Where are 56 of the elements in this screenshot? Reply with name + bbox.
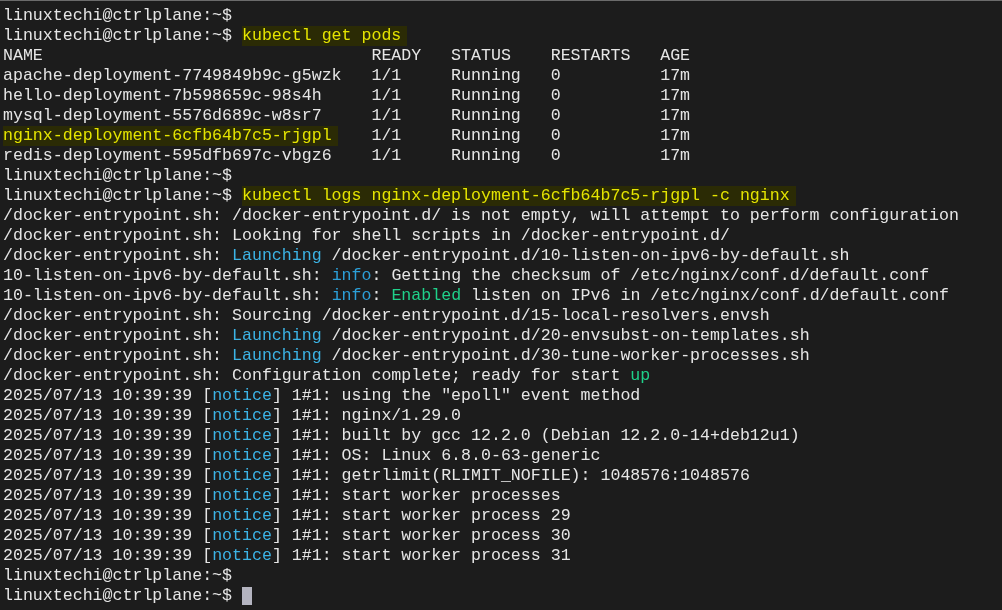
log-line: /docker-entrypoint.sh: Looking for shell scripts in /docker-entrypoint.d/ — [3, 226, 730, 246]
column-header: STATUS — [451, 46, 511, 66]
table-cell: 0 — [550, 86, 561, 106]
log-line: 2025/07/13 10:39:39 [notice] 1#1: getrlimit(RLIMIT_NOFILE): 1048576:1048576 — [3, 466, 750, 486]
table-cell: nginx-deployment-6cfb64b7c5-rjgpl — [3, 126, 338, 146]
table-cell: Running — [451, 126, 521, 146]
table-cell: 1/1 — [371, 66, 402, 86]
log-line: /docker-entrypoint.sh: Launching /docker-entrypoint.d/30-tune-worker-processes.sh — [3, 346, 810, 366]
shell-prompt: linuxtechi@ctrlplane:~$ — [3, 6, 233, 26]
table-cell: 1/1 — [371, 106, 402, 126]
table-cell: 17m — [660, 66, 691, 86]
table-cell: Running — [451, 146, 521, 166]
log-line: 2025/07/13 10:39:39 [notice] 1#1: start worker process 30 — [3, 526, 571, 546]
table-cell: 1/1 — [371, 86, 402, 106]
table-cell: Running — [451, 86, 521, 106]
log-line: /docker-entrypoint.sh: Sourcing /docker-entrypoint.d/15-local-resolvers.envsh — [3, 306, 770, 326]
table-cell: 1/1 — [371, 126, 402, 146]
table-cell: 0 — [550, 66, 561, 86]
command-text: kubectl logs nginx-deployment-6cfb64b7c5-rjgpl -c nginx — [242, 186, 796, 206]
table-cell: 0 — [550, 126, 561, 146]
table-cell: apache-deployment-7749849b9c-g5wzk — [3, 66, 342, 86]
log-line: 2025/07/13 10:39:39 [notice] 1#1: start worker processes — [3, 486, 561, 506]
table-cell: 17m — [660, 146, 691, 166]
table-cell: 0 — [550, 146, 561, 166]
shell-prompt: linuxtechi@ctrlplane:~$ — [3, 166, 233, 186]
log-line: 2025/07/13 10:39:39 [notice] 1#1: start worker process 31 — [3, 546, 571, 566]
log-line: /docker-entrypoint.sh: /docker-entrypoint.d/ is not empty, will attempt to perform configuration — [3, 206, 959, 226]
table-cell: 17m — [660, 106, 691, 126]
table-cell: redis-deployment-595dfb697c-vbgz6 — [3, 146, 332, 166]
log-line: 2025/07/13 10:39:39 [notice] 1#1: start worker process 29 — [3, 506, 571, 526]
table-cell: Running — [451, 106, 521, 126]
column-header: AGE — [660, 46, 691, 66]
table-cell: 1/1 — [371, 146, 402, 166]
command-text: kubectl get pods — [242, 26, 408, 46]
log-line: /docker-entrypoint.sh: Launching /docker-entrypoint.d/20-envsubst-on-templates.sh — [3, 326, 810, 346]
table-cell: 0 — [550, 106, 561, 126]
shell-prompt: linuxtechi@ctrlplane:~$ — [3, 186, 233, 206]
column-header: RESTARTS — [550, 46, 631, 66]
log-line: 2025/07/13 10:39:39 [notice] 1#1: using the "epoll" event method — [3, 386, 641, 406]
table-cell: Running — [451, 66, 521, 86]
shell-prompt: linuxtechi@ctrlplane:~$ — [3, 26, 233, 46]
table-cell: 17m — [660, 126, 691, 146]
column-header: NAME — [3, 46, 43, 66]
log-line: 2025/07/13 10:39:39 [notice] 1#1: built by gcc 12.2.0 (Debian 12.2.0-14+deb12u1) — [3, 426, 800, 446]
table-cell: 17m — [660, 86, 691, 106]
table-cell: hello-deployment-7b598659c-98s4h — [3, 86, 322, 106]
log-line: 10-listen-on-ipv6-by-default.sh: info: Getting the checksum of /etc/nginx/conf.d/default.conf — [3, 266, 930, 286]
log-line: 2025/07/13 10:39:39 [notice] 1#1: OS: Linux 6.8.0-63-generic — [3, 446, 601, 466]
log-line: /docker-entrypoint.sh: Configuration complete; ready for start up — [3, 366, 651, 386]
log-line: /docker-entrypoint.sh: Launching /docker-entrypoint.d/10-listen-on-ipv6-by-default.sh — [3, 246, 850, 266]
shell-prompt: linuxtechi@ctrlplane:~$ — [3, 566, 233, 586]
log-line: 2025/07/13 10:39:39 [notice] 1#1: nginx/1.29.0 — [3, 406, 462, 426]
shell-prompt: linuxtechi@ctrlplane:~$ — [3, 586, 233, 606]
log-line: 10-listen-on-ipv6-by-default.sh: info: Enabled listen on IPv6 in /etc/nginx/conf.d/default.conf — [3, 286, 950, 306]
table-cell: mysql-deployment-5576d689c-w8sr7 — [3, 106, 322, 126]
column-header: READY — [371, 46, 422, 66]
